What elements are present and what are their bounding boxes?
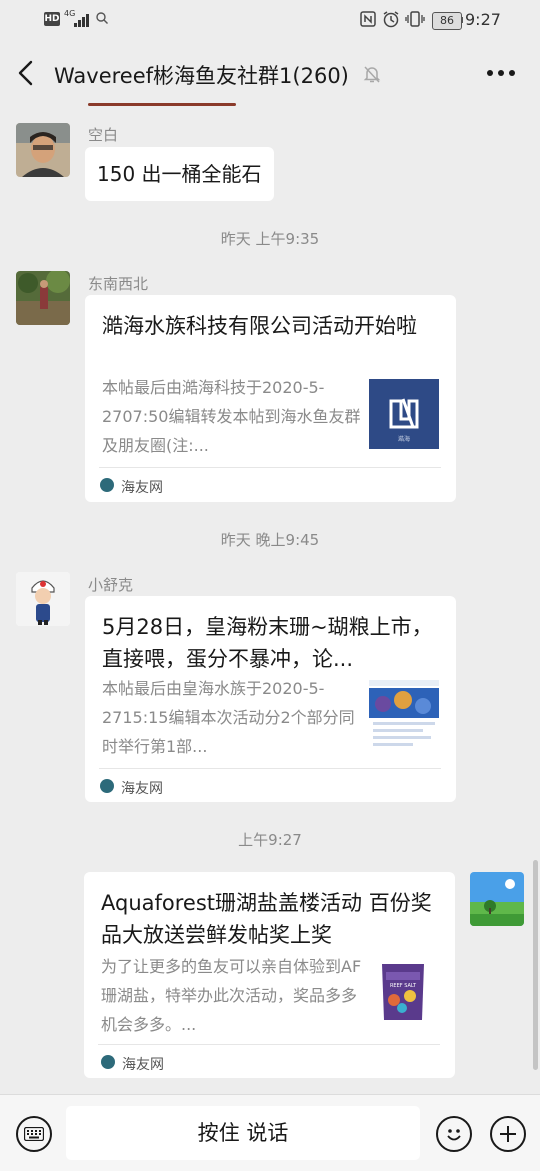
card-thumbnail: REEF SALT xyxy=(368,956,438,1026)
more-horizontal-icon[interactable] xyxy=(486,69,516,77)
chat-title[interactable]: Wavereef彬海鱼友社群1(260) xyxy=(54,60,349,90)
timestamp: 上午9:27 xyxy=(238,831,302,849)
avatar[interactable] xyxy=(16,123,70,177)
avatar[interactable] xyxy=(470,872,524,926)
card-thumbnail xyxy=(369,680,439,750)
link-card[interactable]: Aquaforest珊湖盐盖楼活动 百份奖品大放送尝鲜发帖奖上奖 为了让更多的鱼… xyxy=(84,872,455,1078)
bell-off-icon xyxy=(363,66,381,83)
sender-name: 小舒克 xyxy=(88,576,134,594)
battery-icon xyxy=(461,17,463,23)
timestamp: 昨天 上午9:35 xyxy=(220,230,320,248)
card-thumbnail: 澔海 xyxy=(369,379,439,449)
card-divider xyxy=(99,467,441,468)
network-badge: HD xyxy=(44,12,60,26)
card-title: 澔海水族科技有限公司活动开始啦 xyxy=(102,314,417,338)
card-source: 海友网 xyxy=(121,781,163,797)
svg-text:REEF SALT: REEF SALT xyxy=(390,983,417,989)
source-icon xyxy=(100,779,114,793)
nfc-icon xyxy=(360,11,376,27)
chevron-left-icon[interactable] xyxy=(16,60,36,86)
previous-message-edge xyxy=(88,103,236,106)
card-divider xyxy=(99,768,441,769)
card-title: 5月28日，皇海粉末珊~瑚粮上市，直接喂，蛋分不暴冲，论... xyxy=(102,615,433,671)
message-bubble[interactable]: 150 出一桶全能石 xyxy=(85,147,274,201)
source-icon xyxy=(101,1055,115,1069)
svg-text:澔海: 澔海 xyxy=(398,435,410,443)
card-source: 海友网 xyxy=(122,1057,164,1073)
card-divider xyxy=(98,1044,440,1045)
signal-icon xyxy=(74,13,92,27)
card-source: 海友网 xyxy=(121,480,163,496)
keyboard-icon[interactable] xyxy=(16,1116,52,1152)
avatar[interactable] xyxy=(16,572,70,626)
link-card[interactable]: 澔海水族科技有限公司活动开始啦 本帖最后由澔海科技于2020-5-2707:50… xyxy=(85,295,456,502)
timestamp: 昨天 晚上9:45 xyxy=(220,531,320,549)
card-description: 本帖最后由澔海科技于2020-5-2707:50编辑转发本帖到海水鱼友群及朋友圈… xyxy=(102,378,361,455)
sender-name: 空白 xyxy=(88,126,119,144)
vibrate-icon xyxy=(405,11,425,27)
search-status-icon xyxy=(96,12,108,24)
card-title: Aquaforest珊湖盐盖楼活动 百份奖品大放送尝鲜发帖奖上奖 xyxy=(101,891,432,947)
emoji-icon[interactable] xyxy=(436,1116,472,1152)
card-description: 为了让更多的鱼友可以亲自体验到AF珊湖盐，特举办此次活动，奖品多多机会多多。..… xyxy=(101,957,362,1034)
alarm-icon xyxy=(383,11,399,28)
status-bar: HD 4G 86 9:27 xyxy=(0,0,540,40)
sender-name: 东南西北 xyxy=(88,275,149,293)
card-description: 本帖最后由皇海水族于2020-5-2715:15编辑本次活动分2个部分同时举行第… xyxy=(102,679,355,756)
scrollbar[interactable] xyxy=(533,860,538,1070)
battery-level: 86 xyxy=(432,12,462,30)
hold-to-talk-button[interactable]: 按住 说话 xyxy=(66,1106,420,1160)
plus-circle-icon[interactable] xyxy=(490,1116,526,1152)
source-icon xyxy=(100,478,114,492)
avatar[interactable] xyxy=(16,271,70,325)
link-card[interactable]: 5月28日，皇海粉末珊~瑚粮上市，直接喂，蛋分不暴冲，论... 本帖最后由皇海水… xyxy=(85,596,456,802)
status-time: 9:27 xyxy=(465,10,501,29)
